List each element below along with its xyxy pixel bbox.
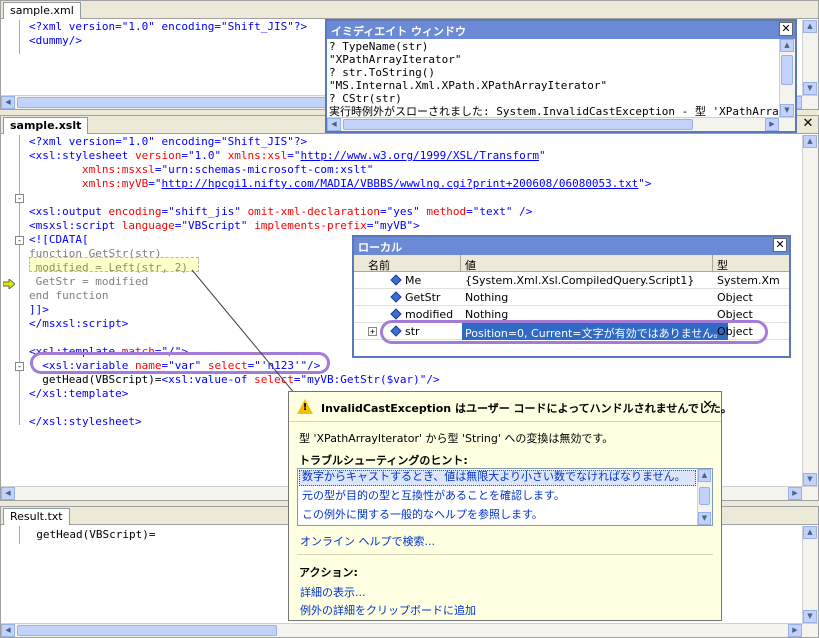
vscroll-thumb[interactable] [699, 487, 710, 505]
hints-header: トラブルシューティングのヒント: [299, 454, 468, 467]
column-header-name[interactable]: 名前 [354, 255, 461, 272]
scroll-left-button[interactable]: ◀ [327, 118, 341, 131]
immediate-window: イミディエイト ウィンドウ ✕ ? TypeName(str) "XPathArr… [325, 19, 797, 133]
scroll-down-button[interactable]: ▼ [780, 104, 794, 117]
exception-title-bar: ! InvalidCastException はユーザー コードによってハンドル… [289, 392, 732, 422]
line-indicator [19, 526, 20, 544]
result-line: getHead(VBScript)= [23, 528, 156, 541]
variable-icon [390, 308, 402, 320]
locals-window-title-text: ローカル [358, 241, 402, 254]
hint-item[interactable]: この例外に関する一般的なヘルプを参照します。 [302, 506, 543, 524]
immediate-vscroll[interactable]: ▲ ▼ [779, 39, 795, 117]
scroll-up-button[interactable]: ▲ [803, 526, 817, 539]
variable-icon [390, 274, 402, 286]
locals-row-GetStr[interactable]: GetStr Nothing Object [354, 289, 789, 306]
locals-row-Me[interactable]: Me {System.Xml.Xsl.CompiledQuery.Script1}… [354, 272, 789, 289]
locals-column-headers: 名前 値 型 [354, 255, 789, 272]
hscroll-thumb[interactable] [17, 625, 277, 636]
immediate-window-title: イミディエイト ウィンドウ ✕ [327, 21, 795, 39]
immediate-line: ? CStr(str) [329, 92, 402, 105]
hints-vscroll[interactable]: ▲ ▼ [697, 469, 712, 525]
locals-type-cell: System.Xm [717, 274, 780, 287]
exception-assistant: ! InvalidCastException はユーザー コードによってハンドル… [288, 391, 732, 621]
locals-name-cell: GetStr [405, 291, 441, 304]
action-copy-details-link[interactable]: 例外の詳細をクリップボードに追加 [300, 602, 476, 618]
result-txt-hscroll[interactable]: ◀ ▶ [1, 623, 818, 637]
immediate-window-title-text: イミディエイト ウィンドウ [331, 25, 467, 38]
exception-message: 型 'XPathArrayIterator' から型 'String' への変換… [299, 432, 614, 445]
locals-value-cell[interactable]: {System.Xml.Xsl.CompiledQuery.Script1} [462, 272, 712, 289]
variable-icon [390, 291, 402, 303]
immediate-line: 実行時例外がスローされました: System.InvalidCastExcept… [329, 105, 779, 117]
hint-item[interactable]: 元の型が目的の型と互換性があることを確認します。 [302, 487, 565, 505]
scroll-up-button[interactable]: ▲ [780, 39, 794, 52]
locals-name-cell: Me [405, 274, 422, 287]
scroll-down-button[interactable]: ▼ [803, 610, 817, 623]
result-txt-vscroll[interactable]: ▲ ▼ [802, 526, 818, 623]
scroll-up-button[interactable]: ▲ [698, 469, 711, 482]
actions-header: アクション: [299, 566, 358, 579]
locals-window-title: ローカル ✕ [354, 237, 789, 255]
immediate-line: ? str.ToString() [329, 66, 435, 79]
column-header-type[interactable]: 型 [713, 255, 789, 272]
expand-icon[interactable]: + [368, 327, 377, 336]
tab-result-txt[interactable]: Result.txt [3, 508, 70, 525]
action-view-details-link[interactable]: 詳細の表示... [300, 584, 366, 600]
exception-title: InvalidCastException はユーザー コードによってハンドルされ… [321, 402, 732, 415]
immediate-line: "MS.Internal.Xml.XPath.XPathArrayIterato… [329, 79, 608, 92]
locals-value-cell[interactable]: Nothing [462, 289, 712, 306]
scroll-right-button[interactable]: ▶ [765, 118, 779, 131]
immediate-line: ? TypeName(str) [329, 40, 429, 53]
annotation-oval-str [380, 320, 768, 344]
immediate-line: "XPathArrayIterator" [329, 53, 462, 66]
scroll-right-button[interactable]: ▶ [788, 624, 802, 637]
immediate-window-body[interactable]: ? TypeName(str) "XPathArrayIterator"? str… [327, 39, 779, 117]
close-icon[interactable]: ✕ [702, 398, 713, 413]
close-icon[interactable]: ✕ [773, 238, 787, 252]
separator [297, 554, 713, 555]
scroll-down-button[interactable]: ▼ [698, 512, 711, 525]
vscroll-thumb[interactable] [781, 55, 793, 85]
immediate-hscroll[interactable]: ◀ ▶ [327, 117, 795, 131]
column-header-value[interactable]: 値 [461, 255, 713, 272]
locals-type-cell: Object [717, 291, 753, 304]
hint-item[interactable]: 数字からキャストするとき、値は無限大より小さい数でなければなりません。 [302, 468, 686, 486]
hscroll-thumb[interactable] [343, 119, 693, 130]
online-help-link[interactable]: オンライン ヘルプで検索... [300, 533, 435, 549]
close-icon[interactable]: ✕ [779, 22, 793, 36]
hints-list: 数字からキャストするとき、値は無限大より小さい数でなければなりません。 元の型が… [297, 468, 713, 526]
scroll-left-button[interactable]: ◀ [1, 624, 15, 637]
